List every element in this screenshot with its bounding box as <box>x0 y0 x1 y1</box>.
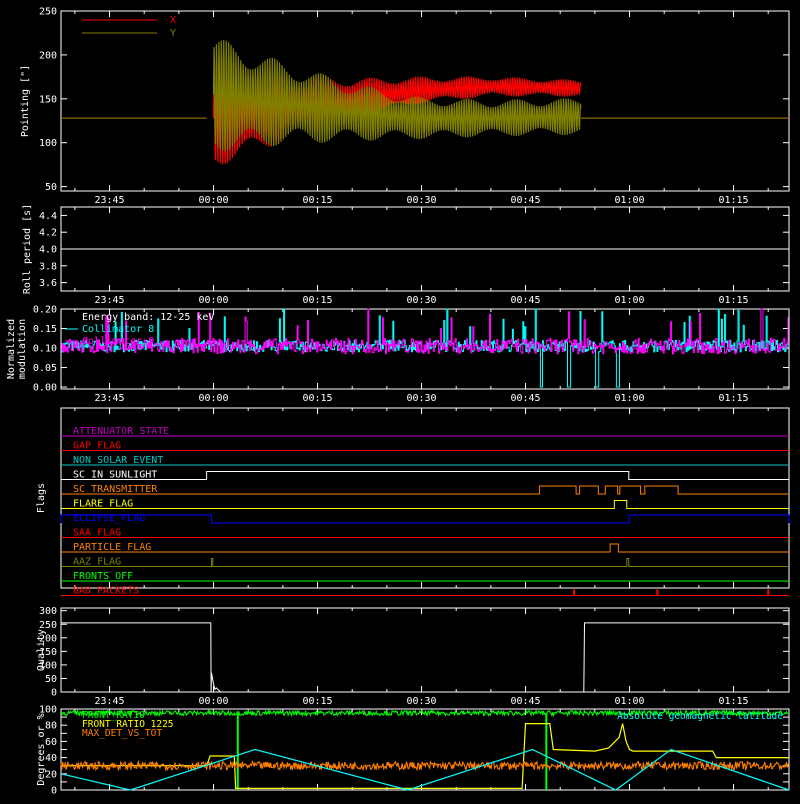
y-tick-label: 50 <box>45 674 57 685</box>
legend-label-geomag: Absolute geomagnetic latitude <box>617 711 783 722</box>
panel-flags: Flags ATTENUATOR_STATE GAP_FLAG NON_SOLAR_E… <box>36 407 790 597</box>
series-Absolute-geomagnetic-latitude <box>60 748 790 791</box>
panel-modulation: 0.00 0.05 0.10 0.15 0.20 23:45 00:00 00:15 00:30… <box>6 305 790 404</box>
y-axis-label: modulation <box>17 319 28 379</box>
x-tick-label: 01:00 <box>614 696 644 707</box>
pointing-series <box>61 39 789 165</box>
flag-label: ATTENUATOR_STATE <box>73 426 169 437</box>
y-tick-label: 0 <box>51 786 57 797</box>
flag-label: BAD_PACKETS <box>73 586 139 597</box>
x-tick-label: 23:45 <box>94 295 124 306</box>
panel-misc: 020406080100Degrees or % FRONT_RATIOFRONT… <box>36 705 790 797</box>
y-tick-label: 0.00 <box>33 383 57 394</box>
legend-label: Collimator 8 <box>82 324 154 335</box>
legend-label: Collimator 9 <box>82 336 154 347</box>
panel-pointing: 50 100 150 200 250 23:45 00:00 00:15 00:30 00:45 0… <box>20 7 790 206</box>
y-tick-label: 0.10 <box>33 344 57 355</box>
y-tick-label: 4.4 <box>39 211 57 222</box>
x-tick-label: 01:00 <box>614 393 644 404</box>
flag-label: FLARE_FLAG <box>73 499 133 510</box>
flag-label: SC_IN_SUNLIGHT <box>73 470 157 481</box>
y-axis-label: Flags <box>36 483 47 513</box>
y-tick-label: 0.05 <box>33 363 57 374</box>
figure-svg: 5010015020025023:45 00:00 00:15 00:30 00:45 0… <box>6 7 790 797</box>
legend-label: MAX_DET_VS_TOT <box>82 728 162 739</box>
x-tick-label: 00:45 <box>510 295 540 306</box>
x-tick-label: 23:45 <box>94 195 124 206</box>
x-tick-label: 01:00 <box>614 195 644 206</box>
y-tick-label: 150 <box>39 94 57 105</box>
y-tick-label: 3.8 <box>39 261 57 272</box>
y-tick-label: 300 <box>39 606 57 617</box>
flag-label: NON_SOLAR_EVENT <box>73 455 163 466</box>
lightcurve-figure: 50 100 150 200 250 23:45 00:00 00:15 00:30 00:45 0… <box>0 0 800 800</box>
flag-label: GAP_FLAG <box>73 441 121 452</box>
y-axis-label: Roll period [s] <box>22 204 33 294</box>
series-MAX_DET_VS_TOT <box>60 759 789 772</box>
x-tick-label: 00:15 <box>302 393 332 404</box>
y-axis-label: Degrees or % <box>36 713 47 785</box>
x-tick-label: 00:00 <box>198 696 228 707</box>
y-tick-label: 3.6 <box>39 278 57 289</box>
x-tick-label: 23:45 <box>94 393 124 404</box>
series-FRONT_RATIO_1225 <box>61 722 789 790</box>
energy-band-annotation: Energy band: 12-25 keV <box>82 312 214 323</box>
x-tick-label: 23:45 <box>94 696 124 707</box>
y-axis-label: Quality <box>36 629 47 671</box>
legend-label: X <box>170 15 176 26</box>
y-tick-label: 50 <box>45 182 57 193</box>
x-tick-label: 01:15 <box>718 393 748 404</box>
x-tick-label: 00:45 <box>510 696 540 707</box>
x-tick-label: 00:45 <box>510 195 540 206</box>
x-tick-label: 00:15 <box>302 195 332 206</box>
flag-label: FRONTS_OFF <box>73 571 133 582</box>
series-quality <box>61 622 789 693</box>
flag-line <box>61 485 789 495</box>
flag-label: SC_TRANSMITTER <box>73 484 158 495</box>
x-tick-label: 01:15 <box>718 295 748 306</box>
y-axis-label: Pointing ["] <box>20 65 31 137</box>
x-tick-label: 01:15 <box>718 195 748 206</box>
x-tick-label: 00:15 <box>302 295 332 306</box>
x-tick-label: 00:30 <box>406 393 436 404</box>
flag-line <box>61 471 789 480</box>
x-tick-label: 00:30 <box>406 295 436 306</box>
y-tick-label: 0.15 <box>33 324 57 335</box>
legend-label: Y <box>170 28 176 39</box>
panel-roll: 3.6 3.8 4.0 4.2 4.4 23:45 00:00 00:15 00:30 00:45… <box>22 204 790 306</box>
y-tick-label: 0 <box>51 688 57 699</box>
x-tick-label: 00:15 <box>302 696 332 707</box>
x-tick-label: 00:00 <box>198 195 228 206</box>
x-tick-label: 00:30 <box>406 195 436 206</box>
flag-label: AAZ_FLAG <box>73 557 121 568</box>
y-tick-label: 100 <box>39 138 57 149</box>
flag-line <box>61 558 789 567</box>
y-axis-label: Normalized <box>6 319 17 379</box>
y-tick-label: 0.20 <box>33 305 57 316</box>
flag-line <box>60 514 790 524</box>
y-tick-label: 250 <box>39 7 57 18</box>
y-tick-label: 200 <box>39 50 57 61</box>
flag-label: SAA_FLAG <box>73 528 121 539</box>
y-tick-label: 4.2 <box>39 228 57 239</box>
x-tick-label: 01:00 <box>614 295 644 306</box>
panel-frame <box>60 407 790 589</box>
panel-frame <box>60 607 790 693</box>
x-tick-label: 01:15 <box>718 696 748 707</box>
flag-line <box>61 500 789 509</box>
x-tick-label: 00:00 <box>198 295 228 306</box>
x-tick-label: 00:45 <box>510 393 540 404</box>
x-tick-label: 00:00 <box>198 393 228 404</box>
x-tick-label: 00:30 <box>406 696 436 707</box>
flag-line <box>61 543 789 553</box>
flag-label: PARTICLE_FLAG <box>73 542 151 553</box>
panel-quality: 05010015020025030023:45 00:00 00:15 00:30 00… <box>36 606 790 707</box>
y-tick-label: 4.0 <box>39 245 57 256</box>
